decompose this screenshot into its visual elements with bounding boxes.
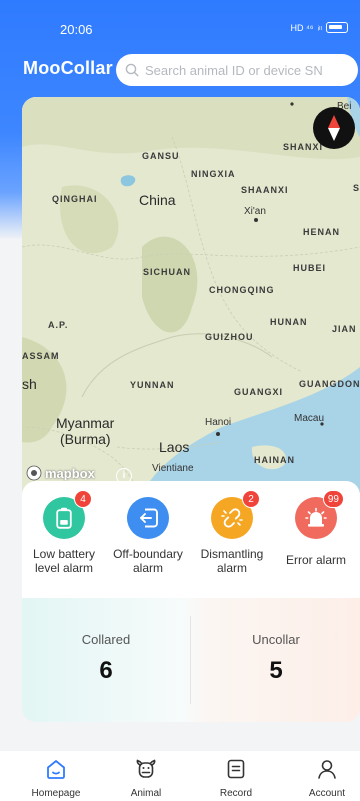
mapbox-text: mapbox [45,465,95,481]
signal-icon: ᵢₗₗ [317,22,322,32]
map-label-laos: Laos [159,439,190,455]
home-icon [47,760,65,779]
map-label-xian: Xi'an [244,206,266,217]
map-label-shanxi: SHANXI [283,142,324,152]
record-icon [227,759,245,779]
map-label-hubei: HUBEI [293,263,327,273]
boundary-exit-icon [140,508,158,528]
map-label-macau: Macau [294,413,325,424]
nav-animal-label: Animal [130,788,162,799]
compass-button[interactable] [313,107,355,149]
map-view[interactable]: GANSU NINGXIA QINGHAI China SHAANXI SHAN… [22,97,360,497]
alarm-panel: 4 Low battery level alarm Off-boundary a… [22,481,360,599]
alarm-low-battery-icon-wrap: 4 [43,490,92,539]
map-label-sichuan: SICHUAN [143,267,192,277]
alarm-dismantling-badge: 2 [242,490,260,508]
alarm-low-battery[interactable]: 4 Low battery level alarm [22,490,106,575]
alarm-low-battery-badge: 4 [74,490,92,508]
map-label-qinghai: QINGHAI [52,194,98,204]
siren-icon [305,507,327,527]
alarm-error-icon-wrap: 99 [295,490,344,539]
stat-uncollar[interactable]: Uncollar 5 [192,632,360,685]
alarm-off-boundary-label: Off-boundary alarm [113,547,183,575]
search-icon [125,63,139,77]
map-label-china: China [139,192,176,208]
nav-account[interactable]: Account [292,758,360,799]
alarm-off-boundary[interactable]: Off-boundary alarm [106,497,190,575]
map-label-hainan: HAINAN [254,455,295,465]
map-label-yunnan: YUNNAN [130,380,175,390]
map-label-shaanxi: SHAANXI [241,185,289,195]
search-input[interactable] [145,62,350,78]
alarm-error[interactable]: 99 Error alarm [274,490,358,567]
battery-status-icon [326,22,348,33]
user-icon [318,760,336,779]
map-label-s: S [353,183,360,193]
alarm-dismantling[interactable]: 2 Dismantling alarm [190,490,274,575]
stat-uncollar-label: Uncollar [252,632,300,647]
map-label-henan: HENAN [303,227,341,237]
map-label-hanoi: Hanoi [205,417,232,428]
map-label-vientiane: Vientiane [152,463,194,474]
stat-collared-value: 6 [99,657,113,684]
map-label-jian: JIAN [332,324,357,334]
map-label-assam: ASSAM [22,351,60,361]
broken-link-icon [221,508,243,528]
map-label-myanmar: Myanmar [56,415,115,431]
app-bar: MooCollar [0,52,360,88]
alarm-dismantling-label: Dismantling alarm [200,547,264,575]
status-bar: 20:06 HD ⁴⁶ ᵢₗₗ [0,0,360,44]
stat-uncollar-value: 5 [269,657,283,684]
alarm-dismantling-icon-wrap: 2 [211,490,260,539]
nav-homepage[interactable]: Homepage [21,758,91,799]
alarm-error-badge: 99 [322,490,344,508]
search-box[interactable] [116,54,358,86]
alarm-error-label: Error alarm [285,553,346,567]
map-label-ap: A.P. [48,320,69,330]
nav-animal[interactable]: Animal [111,758,181,799]
bottom-navigation: Homepage Animal Record Account [0,751,360,801]
stat-collared[interactable]: Collared 6 [22,632,190,685]
map-label-guangdong: GUANGDON [299,379,360,389]
network-indicator: HD ⁴⁶ [290,22,314,33]
map-label-burma: (Burma) [60,431,111,447]
status-time: 20:06 [60,22,93,37]
map-label-guizhou: GUIZHOU [205,332,254,342]
compass-icon [328,115,340,141]
map-label-ningxia: NINGXIA [191,169,236,179]
mapbox-logo: mapbox [26,465,95,481]
map-label-chongqing: CHONGQING [209,285,275,295]
nav-account-label: Account [308,788,346,799]
app-logo: MooCollar [23,58,113,78]
map-label-hunan: HUNAN [270,317,308,327]
cow-icon [136,759,156,778]
map-label-guangxi: GUANGXI [234,387,284,397]
mapbox-logo-icon [26,465,42,481]
map-label-gansu: GANSU [142,151,180,161]
collar-stats-card: Collared 6 Uncollar 5 [22,598,360,722]
stat-collared-label: Collared [81,632,131,647]
alarm-low-battery-label: Low battery level alarm [32,547,96,575]
nav-homepage-label: Homepage [31,788,81,799]
alarm-off-boundary-icon-wrap [127,497,169,539]
map-label-sh: sh [22,376,37,392]
nav-record[interactable]: Record [201,758,271,799]
battery-icon [56,507,72,529]
stats-divider [190,616,191,704]
nav-record-label: Record [219,788,253,799]
status-icons: HD ⁴⁶ ᵢₗₗ [291,22,348,33]
